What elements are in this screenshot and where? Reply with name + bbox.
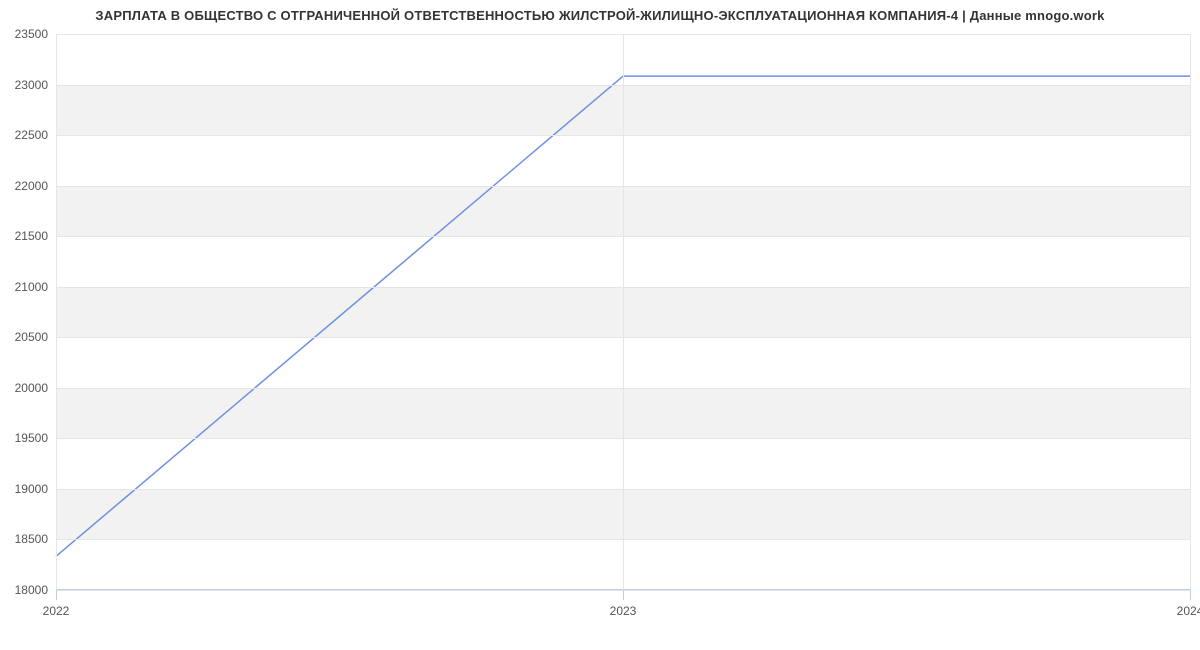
x-tick-label: 2023 xyxy=(610,604,637,618)
y-tick-label: 23500 xyxy=(15,27,48,41)
x-gridline xyxy=(1190,34,1191,590)
y-tick-label: 18000 xyxy=(15,583,48,597)
x-gridline xyxy=(56,34,57,590)
x-gridline xyxy=(623,34,624,590)
y-tick-label: 19000 xyxy=(15,482,48,496)
chart-container: ЗАРПЛАТА В ОБЩЕСТВО С ОТГРАНИЧЕННОЙ ОТВЕ… xyxy=(0,0,1200,650)
y-tick-label: 21000 xyxy=(15,280,48,294)
y-tick-label: 19500 xyxy=(15,431,48,445)
x-tick-mark xyxy=(56,590,57,600)
y-tick-label: 22000 xyxy=(15,179,48,193)
y-tick-label: 20500 xyxy=(15,330,48,344)
x-tick-label: 2022 xyxy=(43,604,70,618)
x-tick-mark xyxy=(623,590,624,600)
chart-title: ЗАРПЛАТА В ОБЩЕСТВО С ОТГРАНИЧЕННОЙ ОТВЕ… xyxy=(0,8,1200,23)
y-tick-label: 21500 xyxy=(15,229,48,243)
y-tick-label: 18500 xyxy=(15,532,48,546)
y-tick-label: 22500 xyxy=(15,128,48,142)
plot-area: 1800018500190001950020000205002100021500… xyxy=(56,34,1190,590)
y-tick-label: 20000 xyxy=(15,381,48,395)
x-tick-label: 2024 xyxy=(1177,604,1200,618)
y-tick-label: 23000 xyxy=(15,78,48,92)
x-tick-mark xyxy=(1190,590,1191,600)
